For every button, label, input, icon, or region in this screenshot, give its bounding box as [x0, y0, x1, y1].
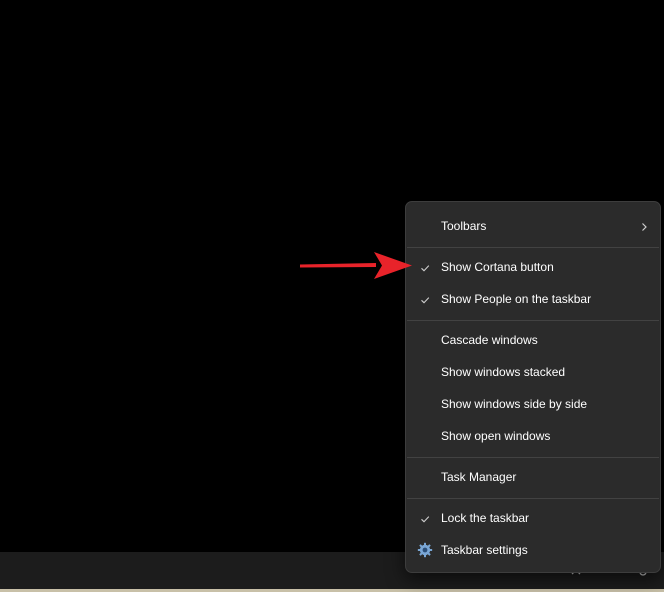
- menu-item-show-windows-stacked[interactable]: Show windows stacked: [410, 357, 656, 387]
- menu-item-label: Lock the taskbar: [441, 511, 530, 525]
- menu-item-show-cortana-button[interactable]: Show Cortana button: [410, 252, 656, 282]
- menu-item-show-windows-side-by-side[interactable]: Show windows side by side: [410, 389, 656, 419]
- menu-item-label: Taskbar settings: [441, 543, 528, 557]
- menu-item-label: Toolbars: [441, 219, 487, 233]
- menu-item-toolbars[interactable]: Toolbars: [410, 211, 656, 241]
- menu-item-label: Show People on the taskbar: [441, 292, 592, 306]
- check-icon: [419, 261, 431, 273]
- chevron-right-icon: [638, 220, 650, 232]
- menu-separator: [407, 498, 659, 499]
- gear-icon: [417, 542, 433, 558]
- check-icon: [419, 512, 431, 524]
- menu-item-cascade-windows[interactable]: Cascade windows: [410, 325, 656, 355]
- menu-separator: [407, 457, 659, 458]
- menu-item-show-open-windows[interactable]: Show open windows: [410, 421, 656, 451]
- menu-separator: [407, 247, 659, 248]
- menu-item-task-manager[interactable]: Task Manager: [410, 462, 656, 492]
- menu-item-label: Show Cortana button: [441, 260, 554, 274]
- menu-item-label: Cascade windows: [441, 333, 538, 347]
- menu-item-show-people[interactable]: Show People on the taskbar: [410, 284, 656, 314]
- menu-separator: [407, 320, 659, 321]
- menu-item-label: Show windows stacked: [441, 365, 566, 379]
- menu-item-label: Show open windows: [441, 429, 551, 443]
- menu-item-label: Task Manager: [441, 470, 517, 484]
- menu-item-lock-the-taskbar[interactable]: Lock the taskbar: [410, 503, 656, 533]
- red-arrow-icon: [298, 248, 414, 289]
- menu-item-taskbar-settings[interactable]: Taskbar settings: [410, 535, 656, 565]
- check-icon: [419, 293, 431, 305]
- taskbar-context-menu: Toolbars Show Cortana button Show People…: [405, 201, 661, 573]
- menu-item-label: Show windows side by side: [441, 397, 588, 411]
